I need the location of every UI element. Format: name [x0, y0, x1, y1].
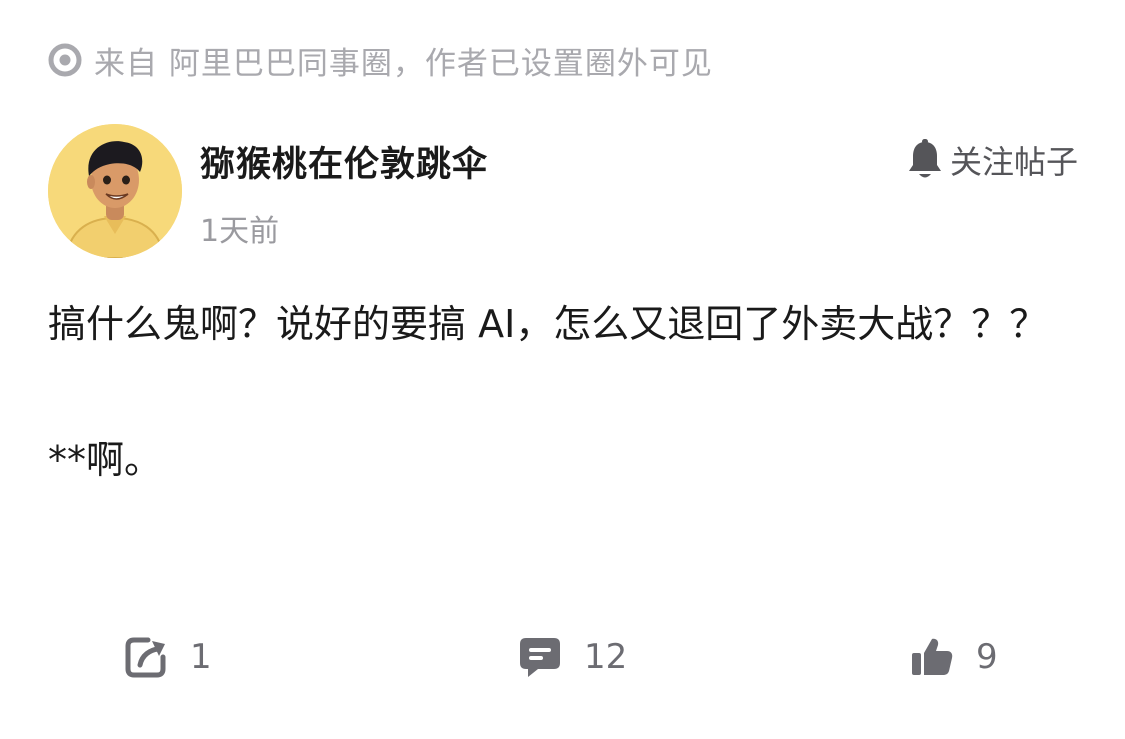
- share-count: 1: [190, 637, 212, 677]
- follow-post-button[interactable]: 关注帖子: [906, 138, 1078, 182]
- action-bar: 1 12 9: [0, 625, 1125, 689]
- comment-count: 12: [584, 637, 628, 677]
- share-button[interactable]: 1: [124, 625, 212, 689]
- post-time: 1天前: [200, 214, 280, 249]
- source-line: 来自 阿里巴巴同事圈，作者已设置圈外可见: [48, 38, 713, 82]
- avatar[interactable]: [48, 124, 182, 258]
- post-paragraph: 搞什么鬼啊？说好的要搞 AI，怎么又退回了外卖大战？？？: [48, 302, 1048, 346]
- bell-icon: [908, 139, 941, 178]
- source-text: 来自 阿里巴巴同事圈，作者已设置圈外可见: [94, 45, 713, 82]
- like-count: 9: [976, 637, 998, 677]
- follow-label: 关注帖子: [949, 143, 1078, 181]
- post-content: 搞什么鬼啊？说好的要搞 AI，怎么又退回了外卖大战？？？ **啊。: [48, 290, 1078, 494]
- post-paragraph: **啊。: [48, 438, 163, 482]
- cartoon-avatar-icon: [48, 124, 182, 258]
- author-name[interactable]: 猕猴桃在伦敦跳伞: [200, 136, 488, 187]
- share-icon: [125, 637, 166, 678]
- comment-icon: [520, 638, 560, 677]
- author-header: 猕猴桃在伦敦跳伞 1天前 关注帖子: [48, 124, 1078, 258]
- like-button[interactable]: 9: [910, 625, 998, 689]
- comment-button[interactable]: 12: [518, 625, 627, 689]
- circle-dot-icon: [48, 43, 82, 77]
- thumbs-up-icon: [912, 638, 953, 675]
